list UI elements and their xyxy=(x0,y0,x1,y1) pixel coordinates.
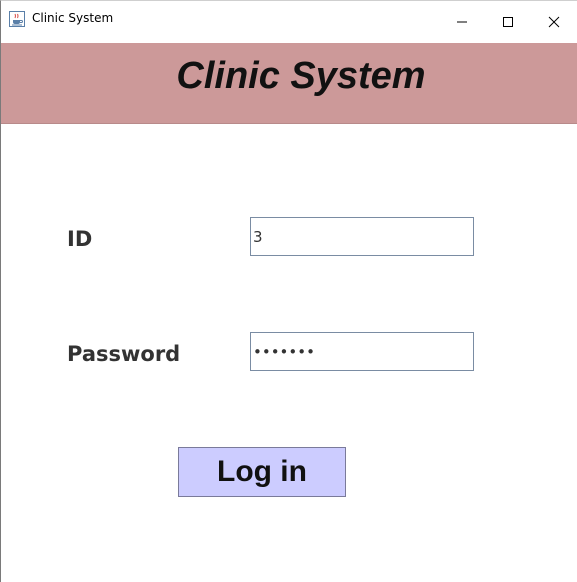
minimize-icon xyxy=(457,21,467,22)
maximize-icon xyxy=(503,16,513,27)
minimize-button[interactable] xyxy=(439,1,485,42)
title-bar[interactable]: Clinic System xyxy=(1,1,577,42)
header-banner: Clinic System xyxy=(1,43,577,124)
id-label: ID xyxy=(67,227,93,251)
password-input[interactable] xyxy=(250,332,474,371)
maximize-button[interactable] xyxy=(485,1,531,42)
close-icon xyxy=(548,16,560,27)
window-title: Clinic System xyxy=(32,11,114,25)
id-input[interactable] xyxy=(250,217,474,256)
login-button[interactable]: Log in xyxy=(178,447,346,497)
java-app-icon xyxy=(9,11,25,27)
page-title: Clinic System xyxy=(176,55,426,97)
close-button[interactable] xyxy=(531,1,577,42)
password-label: Password xyxy=(67,342,181,366)
app-window: Clinic System Clinic System ID Password … xyxy=(0,0,577,582)
